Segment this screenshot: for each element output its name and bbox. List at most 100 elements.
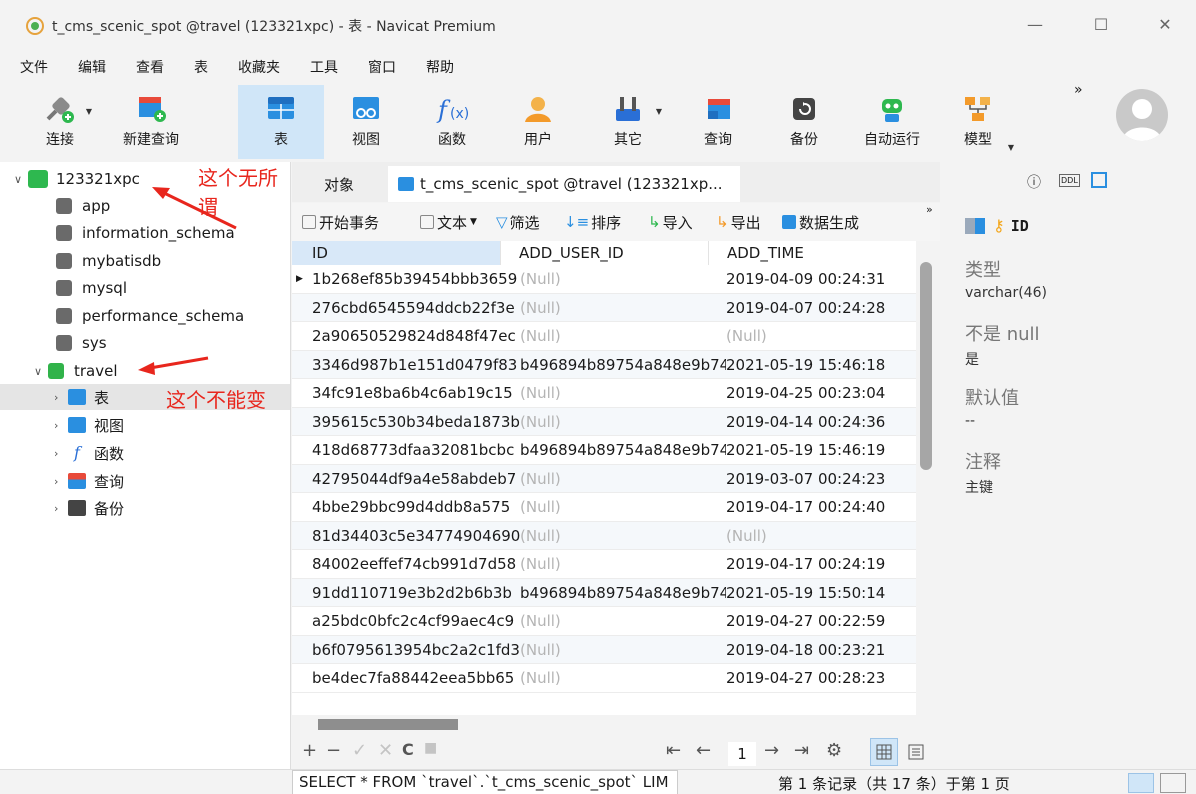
cell-user[interactable]: b496894b89754a848e9b74: [520, 351, 726, 379]
menu-help[interactable]: 帮助: [426, 57, 454, 77]
chevron-down-icon[interactable]: ▼: [1008, 143, 1014, 152]
cell-id[interactable]: 276cbd6545594ddcb22f3e: [312, 294, 520, 322]
backup-button[interactable]: 备份: [764, 85, 844, 159]
cell-time[interactable]: 2019-04-14 00:24:36: [726, 408, 916, 436]
cell-time[interactable]: 2019-04-27 00:22:59: [726, 607, 916, 635]
cell-time[interactable]: 2019-04-17 00:24:40: [726, 493, 916, 521]
column-header-add-user-id[interactable]: ADD_USER_ID: [500, 241, 708, 265]
cell-user[interactable]: (Null): [520, 322, 726, 350]
cell-user[interactable]: (Null): [520, 408, 726, 436]
cell-id[interactable]: 81d34403c5e34774904690: [312, 522, 520, 550]
chevron-right-icon[interactable]: ›: [54, 502, 68, 515]
column-header-add-time[interactable]: ADD_TIME: [708, 241, 916, 265]
begin-transaction-button[interactable]: 开始事务: [302, 212, 379, 233]
cell-user[interactable]: (Null): [520, 379, 726, 407]
cell-id[interactable]: 91dd110719e3b2d2b6b3b: [312, 579, 520, 607]
panel-right-toggle-icon[interactable]: [1160, 773, 1186, 793]
cell-time[interactable]: 2019-04-09 00:24:31: [726, 265, 916, 293]
cell-time[interactable]: 2019-04-25 00:23:04: [726, 379, 916, 407]
table-row[interactable]: be4dec7fa88442eea5bb65 (Null) 2019-04-27 0…: [292, 664, 916, 693]
text-button[interactable]: 文本 ▼: [420, 212, 477, 233]
chevron-down-icon[interactable]: ▼: [86, 107, 92, 116]
apply-changes-button[interactable]: ✓: [352, 740, 367, 761]
cell-time[interactable]: (Null): [726, 322, 916, 350]
tab-table-editor[interactable]: t_cms_scenic_spot @travel (123321xp...: [388, 166, 740, 202]
menu-view[interactable]: 查看: [136, 57, 164, 77]
cell-id[interactable]: 2a90650529824d848f47ec: [312, 322, 520, 350]
tab-objects[interactable]: 对象: [314, 166, 364, 202]
cell-id[interactable]: 42795044df9a4e58abdeb7: [312, 465, 520, 493]
cell-id[interactable]: 418d68773dfaa32081bcbc: [312, 436, 520, 464]
cell-user[interactable]: (Null): [520, 607, 726, 635]
info-icon[interactable]: ⓘ: [1027, 172, 1041, 192]
view-button[interactable]: 视图: [326, 85, 406, 159]
cell-id[interactable]: 4bbe29bbc99d4ddb8a575: [312, 493, 520, 521]
data-grid[interactable]: ID ADD_USER_ID ADD_TIME ▶ 1b268ef85b39454…: [292, 241, 916, 715]
discard-changes-button[interactable]: ✕: [378, 740, 393, 761]
cell-id[interactable]: 1b268ef85b39454bbb3659: [312, 265, 520, 293]
table-button[interactable]: 表: [238, 85, 324, 159]
auto-run-button[interactable]: 自动运行: [850, 85, 934, 159]
table-row[interactable]: 4bbe29bbc99d4ddb8a575 (Null) 2019-04-17 00…: [292, 493, 916, 522]
cell-id[interactable]: 3346d987b1e151d0479f83: [312, 351, 520, 379]
ddl-icon[interactable]: DDL: [1059, 174, 1080, 187]
menu-table[interactable]: 表: [194, 57, 208, 77]
data-toolbar-more-button[interactable]: »: [926, 203, 933, 216]
panel-left-toggle-icon[interactable]: [1128, 773, 1154, 793]
cell-time[interactable]: 2019-04-07 00:24:28: [726, 294, 916, 322]
other-button[interactable]: 其它 ▼: [588, 85, 668, 159]
cell-id[interactable]: b6f0795613954bc2a2c1fd3: [312, 636, 520, 664]
table-row[interactable]: 81d34403c5e34774904690 (Null) (Null): [292, 521, 916, 550]
table-row[interactable]: b6f0795613954bc2a2c1fd3 (Null) 2019-04-18 …: [292, 635, 916, 664]
next-page-button[interactable]: →: [764, 740, 779, 761]
cell-time[interactable]: 2019-04-18 00:23:21: [726, 636, 916, 664]
column-header-id[interactable]: ID: [292, 241, 500, 265]
function-button[interactable]: f (x) 函数: [412, 85, 492, 159]
cell-user[interactable]: (Null): [520, 493, 726, 521]
table-row[interactable]: 42795044df9a4e58abdeb7 (Null) 2019-03-07 0…: [292, 464, 916, 493]
table-row[interactable]: 34fc91e8ba6b4c6ab19c15 (Null) 2019-04-25 0…: [292, 379, 916, 408]
table-row[interactable]: 2a90650529824d848f47ec (Null) (Null): [292, 322, 916, 351]
user-button[interactable]: 用户: [498, 85, 578, 159]
chevron-down-icon[interactable]: ▼: [656, 107, 662, 116]
table-row[interactable]: 84002eeffef74cb991d7d58 (Null) 2019-04-17 …: [292, 550, 916, 579]
tree-travel-queries[interactable]: › 查询: [54, 468, 124, 494]
cell-id[interactable]: 395615c530b34beda1873b: [312, 408, 520, 436]
add-record-button[interactable]: +: [302, 740, 317, 761]
grid-view-button[interactable]: [870, 738, 898, 766]
cell-id[interactable]: a25bdc0bfc2c4cf99aec4c9: [312, 607, 520, 635]
table-row[interactable]: 418d68773dfaa32081bcbc b496894b89754a848e…: [292, 436, 916, 465]
data-generation-button[interactable]: 数据生成: [782, 212, 859, 233]
field-grid-icon[interactable]: [1091, 172, 1107, 188]
table-row[interactable]: a25bdc0bfc2c4cf99aec4c9 (Null) 2019-04-27 …: [292, 607, 916, 636]
cell-time[interactable]: 2021-05-19 15:46:18: [726, 351, 916, 379]
cell-user[interactable]: (Null): [520, 664, 726, 692]
menu-file[interactable]: 文件: [20, 57, 48, 77]
cell-id[interactable]: 84002eeffef74cb991d7d58: [312, 550, 520, 578]
chevron-right-icon[interactable]: ›: [54, 475, 68, 488]
table-row[interactable]: 3346d987b1e151d0479f83 b496894b89754a848e…: [292, 350, 916, 379]
horizontal-scrollbar[interactable]: [318, 719, 458, 730]
cell-time[interactable]: 2019-04-17 00:24:19: [726, 550, 916, 578]
cell-id[interactable]: 34fc91e8ba6b4c6ab19c15: [312, 379, 520, 407]
vertical-scrollbar[interactable]: [920, 262, 932, 470]
last-page-button[interactable]: ⇥: [794, 740, 809, 761]
maximize-button[interactable]: ☐: [1086, 10, 1116, 40]
cell-user[interactable]: (Null): [520, 265, 726, 293]
model-button[interactable]: 模型 ▼: [938, 85, 1018, 159]
cell-user[interactable]: (Null): [520, 294, 726, 322]
menu-edit[interactable]: 编辑: [78, 57, 106, 77]
menu-window[interactable]: 窗口: [368, 57, 396, 77]
tree-travel-backups[interactable]: › 备份: [54, 495, 124, 521]
cell-time[interactable]: 2019-04-27 00:28:23: [726, 664, 916, 692]
sort-button[interactable]: ↓≡ 排序: [564, 212, 621, 233]
toolbar-more-button[interactable]: »: [1074, 82, 1083, 98]
cell-time[interactable]: 2021-05-19 15:50:14: [726, 579, 916, 607]
filter-button[interactable]: ▽ 筛选: [496, 212, 540, 233]
cell-user[interactable]: (Null): [520, 636, 726, 664]
cell-user[interactable]: (Null): [520, 550, 726, 578]
cell-time[interactable]: 2019-03-07 00:24:23: [726, 465, 916, 493]
settings-icon[interactable]: ⚙: [826, 740, 842, 761]
menu-favorites[interactable]: 收藏夹: [238, 57, 280, 77]
previous-page-button[interactable]: ←: [696, 740, 711, 761]
